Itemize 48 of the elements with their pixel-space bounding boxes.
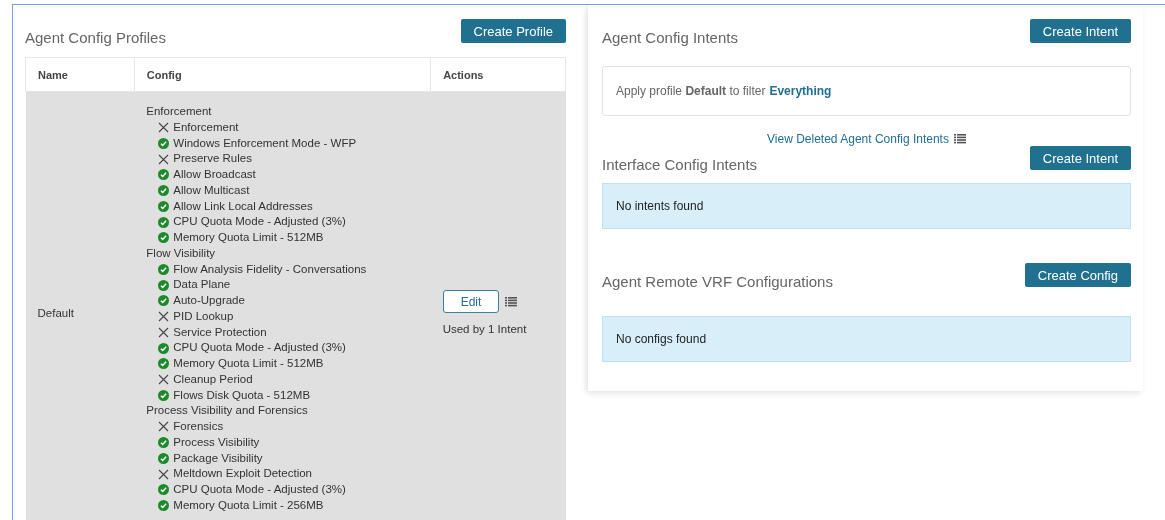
deleted-intents-link[interactable]: View Deleted Agent Config Intents [602, 132, 1131, 146]
config-item: Windows Enforcement Mode - WFP [173, 135, 357, 151]
config-item: Allow Broadcast [173, 167, 256, 182]
column-header: Name [25, 57, 135, 92]
config-item: CPU Quota Mode - Adjusted (3%) [173, 214, 346, 230]
config-item: CPU Quota Mode - Adjusted (3%) [173, 482, 346, 497]
config-item: Cleanup Period [173, 371, 253, 387]
config-item: Meltdown Exploit Detection [173, 466, 312, 482]
config-item: Process Visibility [173, 434, 260, 450]
table-row[interactable] [25, 91, 566, 520]
config-item: Data Plane [173, 277, 231, 293]
create-intent-button[interactable]: Create Intent [1029, 19, 1131, 43]
group-title: Process Visibility and Forensics [146, 403, 309, 419]
edit-button[interactable]: Edit [442, 290, 500, 314]
filter-link[interactable]: Everything [769, 84, 832, 98]
config-item: Flow Analysis Fidelity - Conversations [173, 261, 367, 277]
list-icon[interactable] [505, 296, 518, 307]
section-title: Agent Remote VRF Configurations [602, 273, 833, 290]
config-item: Allow Multicast [173, 182, 250, 198]
config-item: Memory Quota Limit - 256MB [173, 497, 324, 513]
create-intent-button[interactable]: Create Intent [1029, 146, 1131, 170]
config-item: CPU Quota Mode - Adjusted (3%) [173, 340, 346, 356]
group-title: Enforcement [146, 104, 213, 119]
config-item: PID Lookup [173, 308, 234, 324]
section-title: Agent Config Intents [602, 29, 738, 46]
config-item: Flows Disk Quota - 512MB [173, 387, 311, 403]
create-profile-button[interactable]: Create Profile [460, 19, 566, 43]
section-title: Interface Config Intents [602, 156, 758, 173]
config-item: Enforcement [173, 119, 239, 135]
config-item: Service Protection [173, 324, 267, 340]
profile-name: Default [37, 306, 74, 319]
usage-text: Used by 1 Intent [442, 323, 528, 336]
config-item: Preserve Rules [173, 151, 252, 167]
empty-message: No intents found [602, 183, 1131, 229]
config-item: Forensics [173, 419, 224, 434]
create-config-button[interactable]: Create Config [1024, 263, 1131, 287]
list-icon[interactable] [953, 134, 966, 144]
column-header: Actions [430, 57, 566, 92]
config-item: Auto-Upgrade [173, 293, 245, 308]
empty-message: No configs found [602, 316, 1131, 362]
config-item: Allow Link Local Addresses [173, 198, 313, 214]
config-item: Memory Quota Limit - 512MB [173, 230, 324, 245]
group-title: Flow Visibility [146, 245, 217, 261]
column-header: Config [134, 57, 431, 92]
intent-text: Apply profile Default to filter Everything [616, 84, 832, 98]
config-item: Memory Quota Limit - 512MB [173, 356, 324, 371]
config-item: Package Visibility [173, 450, 263, 466]
section-title: Agent Config Profiles [25, 29, 166, 46]
